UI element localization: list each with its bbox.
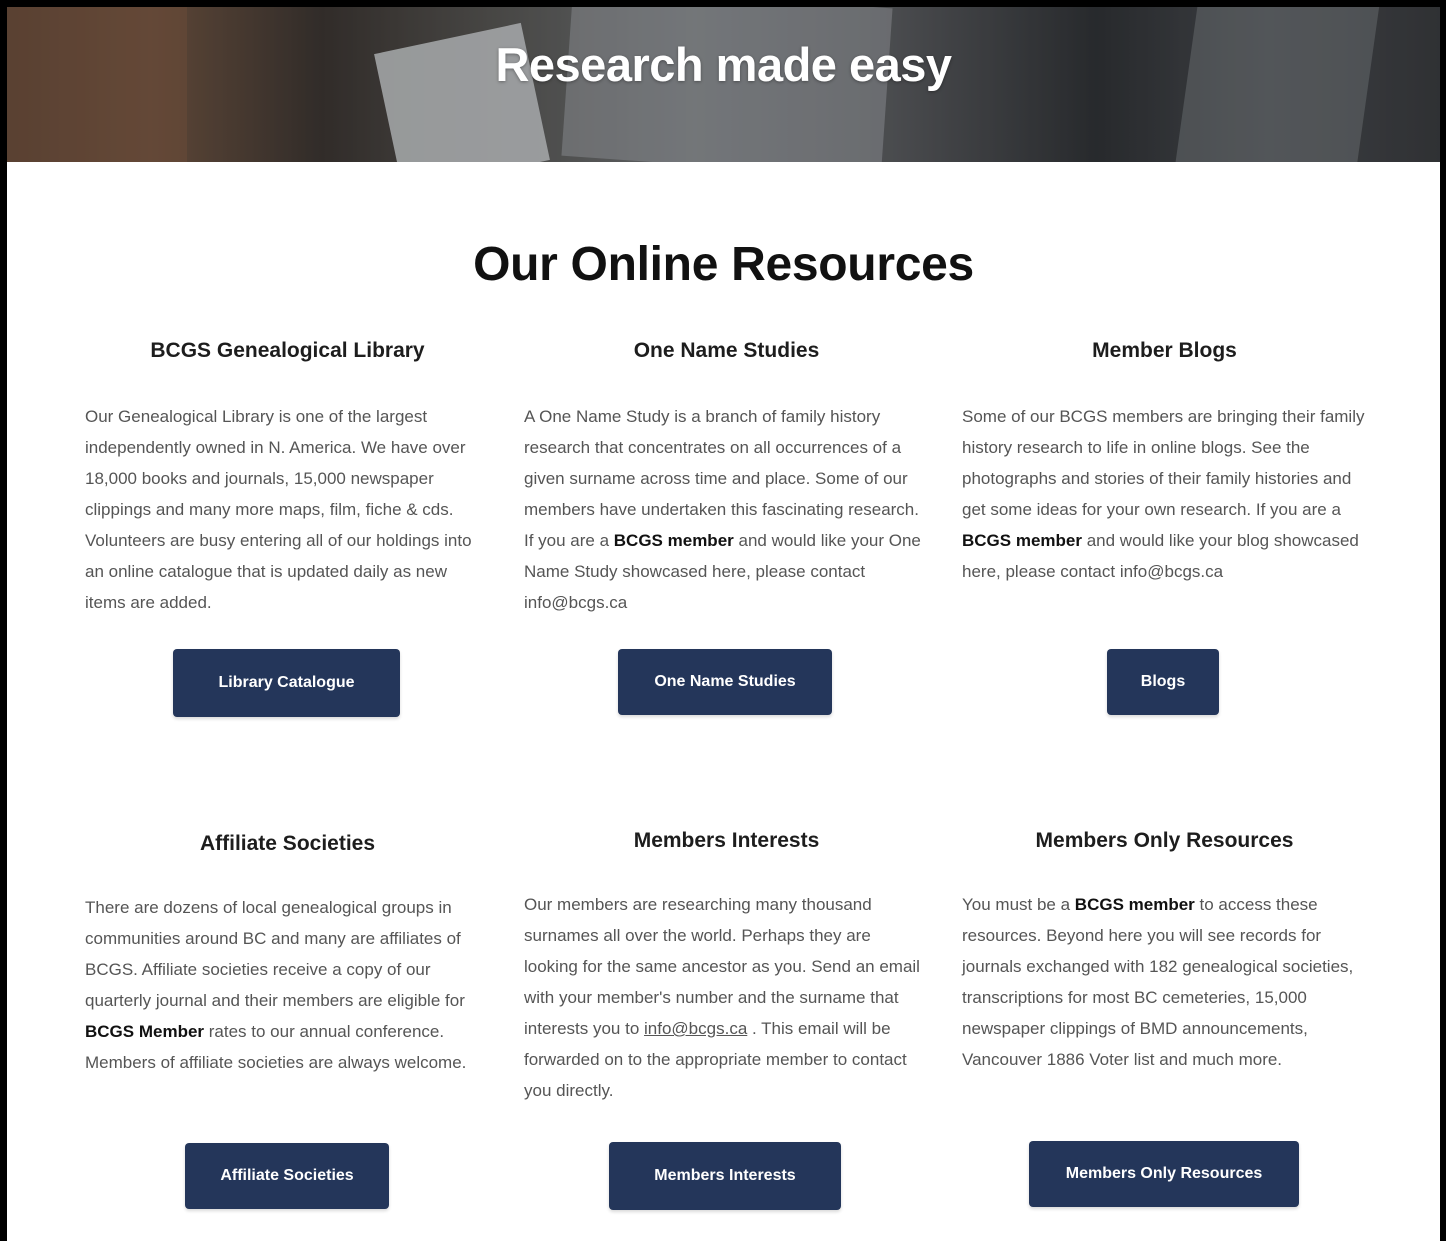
card-text: A One Name Study is a branch of family h… bbox=[524, 401, 929, 618]
card-text-bold: BCGS member bbox=[613, 531, 734, 550]
hero-title: Research made easy bbox=[495, 38, 952, 91]
page-frame: Research made easy Our Online Resources … bbox=[0, 0, 1446, 1241]
card-title: Affiliate Societies bbox=[199, 832, 376, 855]
resource-card-members-only: Members Only Resources You must be a BCG… bbox=[962, 829, 1367, 1075]
card-title: BCGS Genealogical Library bbox=[150, 339, 425, 362]
card-text-part: A One Name Study is a branch of family h… bbox=[524, 407, 919, 550]
card-text-part: There are dozens of local genealogical g… bbox=[85, 898, 465, 1010]
card-title: One Name Studies bbox=[633, 339, 820, 362]
resource-card-member-blogs: Member Blogs Some of our BCGS members ar… bbox=[962, 339, 1367, 587]
card-text-part: Our members are researching many thousan… bbox=[524, 895, 920, 1038]
one-name-studies-button[interactable]: One Name Studies bbox=[618, 649, 832, 715]
card-text: Our members are researching many thousan… bbox=[524, 889, 929, 1106]
members-only-resources-button[interactable]: Members Only Resources bbox=[1029, 1141, 1299, 1207]
library-catalogue-button[interactable]: Library Catalogue bbox=[173, 649, 400, 717]
resource-card-library: BCGS Genealogical Library Our Genealogic… bbox=[85, 339, 490, 618]
section-title: Our Online Resources bbox=[473, 238, 974, 291]
card-text-bold: BCGS member bbox=[962, 531, 1082, 550]
card-text: You must be a BCGS member to access thes… bbox=[962, 889, 1367, 1075]
card-text-part: You must be a bbox=[962, 895, 1075, 914]
card-title: Members Interests bbox=[633, 829, 820, 852]
card-text-part: Some of our BCGS members are bringing th… bbox=[962, 407, 1365, 519]
card-title: Member Blogs bbox=[1092, 339, 1237, 362]
resource-card-members-interests: Members Interests Our members are resear… bbox=[524, 829, 929, 1106]
blogs-button[interactable]: Blogs bbox=[1107, 649, 1219, 715]
members-interests-button[interactable]: Members Interests bbox=[609, 1142, 841, 1210]
hero-banner: Research made easy bbox=[7, 7, 1440, 162]
card-text-bold: BCGS Member bbox=[85, 1022, 205, 1041]
resource-card-one-name-studies: One Name Studies A One Name Study is a b… bbox=[524, 339, 929, 618]
card-text: Some of our BCGS members are bringing th… bbox=[962, 401, 1367, 587]
card-title: Members Only Resources bbox=[1035, 829, 1294, 852]
resource-card-affiliate-societies: Affiliate Societies There are dozens of … bbox=[85, 832, 490, 1078]
card-text-bold: BCGS member bbox=[1074, 895, 1195, 914]
card-text-part: to access these resources. Beyond here y… bbox=[962, 895, 1354, 1069]
email-link[interactable]: info@bcgs.ca bbox=[644, 1019, 747, 1038]
affiliate-societies-button[interactable]: Affiliate Societies bbox=[185, 1143, 389, 1209]
card-text: There are dozens of local genealogical g… bbox=[85, 892, 490, 1078]
card-text: Our Genealogical Library is one of the l… bbox=[85, 407, 472, 612]
